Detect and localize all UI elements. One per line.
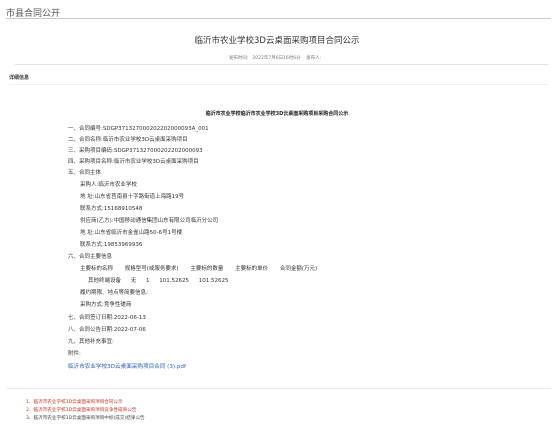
publish-meta: 发布时间: 2022年7月6日16时6分 发布人:	[0, 55, 554, 61]
item-amount: 101.52625	[198, 278, 229, 284]
attachment-link[interactable]: 临沂市农业学校3D云桌面采购项目合同 (3).pdf	[68, 362, 186, 370]
header-divider	[6, 18, 551, 19]
column-header: 规格型号(或服务要求)	[124, 266, 179, 272]
item-quantity: 1	[146, 278, 150, 284]
other-matters: 九、其他补充事宜:	[68, 339, 114, 345]
supplier: 供应商(乙方):中国移动通信集团山东有限公司临沂分公司	[80, 218, 219, 224]
item-name: 其他终端设备	[88, 278, 122, 284]
publish-time: 2022年7月6日16时6分	[252, 56, 301, 61]
performance-info: 履约期限、地点等简要信息:	[80, 290, 148, 296]
buyer-address: 地 址:山东省莒南县十字路街道上海路19号	[80, 194, 185, 200]
publisher-label: 发布人:	[306, 56, 322, 61]
buyer: 采购人:临沂市农业学校	[80, 182, 137, 188]
item-unit-price: 101.52625	[159, 278, 190, 284]
announce-date: 八、合同公告日期:2022-07-06	[68, 327, 146, 333]
sign-date: 七、合同签订日期:2022-06-13	[68, 315, 146, 321]
page-title: 临沂市农业学校3D云桌面采购项目合同公示	[194, 36, 360, 46]
main-info-heading: 六、合同主要信息	[68, 254, 113, 260]
project-name: 四、采购项目名称:临沂市农业学校3D云桌面采购项目	[68, 159, 199, 165]
contract-name: 二、合同名称:临沂市农业学校3D云桌面采购项目	[68, 137, 188, 143]
publish-label: 发布时间:	[228, 56, 249, 61]
column-header: 主要标的数量	[190, 266, 224, 272]
buyer-contact: 联系方式:15168910548	[80, 206, 143, 212]
contract-number: 一、合同编号:SDGP371327000202202000093A_001	[68, 126, 209, 132]
column-header: 合同金额(万元)	[279, 266, 318, 272]
item-table-header: 主要标的名称 规格型号(或服务要求) 主要标的数量 主要标的单价 合同金额(万元…	[80, 264, 327, 272]
related-link[interactable]: 3、临沂市农业学校3D云桌面采购项目中标(成交)结果公告	[26, 415, 145, 421]
document-title: 临沂市农业学校临沂市农业学校3D云桌面采购项目采购合同公示	[205, 111, 349, 117]
attachment-label: 附件:	[68, 351, 81, 357]
related-divider	[6, 388, 551, 389]
related-link[interactable]: 2、临沂市农业学校3D云桌面采购项目竞争性磋商公告	[26, 407, 136, 413]
column-header: 主要标的单价	[235, 266, 269, 272]
subject-heading: 五、合同主体	[68, 170, 102, 176]
detail-label: 详细信息	[9, 75, 30, 81]
detail-divider	[9, 84, 548, 85]
meta-divider	[15, 64, 548, 65]
supplier-contact: 联系方式:19853969936	[80, 242, 143, 248]
item-table-row: 其他终端设备 无 1 101.52625 101.52625	[88, 276, 237, 284]
related-link[interactable]: 1、临沂市农业学校3D云桌面采购项目合同公示	[26, 399, 123, 405]
item-spec: 无	[130, 278, 137, 284]
column-header: 主要标的名称	[80, 266, 114, 272]
supplier-address: 地 址:山东省临沂市金雀山路50-6号1号楼	[80, 230, 183, 236]
project-number: 三、采购项目编码:SDGP371327000202202000093	[68, 148, 203, 154]
procurement-method: 采购方式:竞争性磋商	[80, 302, 132, 308]
